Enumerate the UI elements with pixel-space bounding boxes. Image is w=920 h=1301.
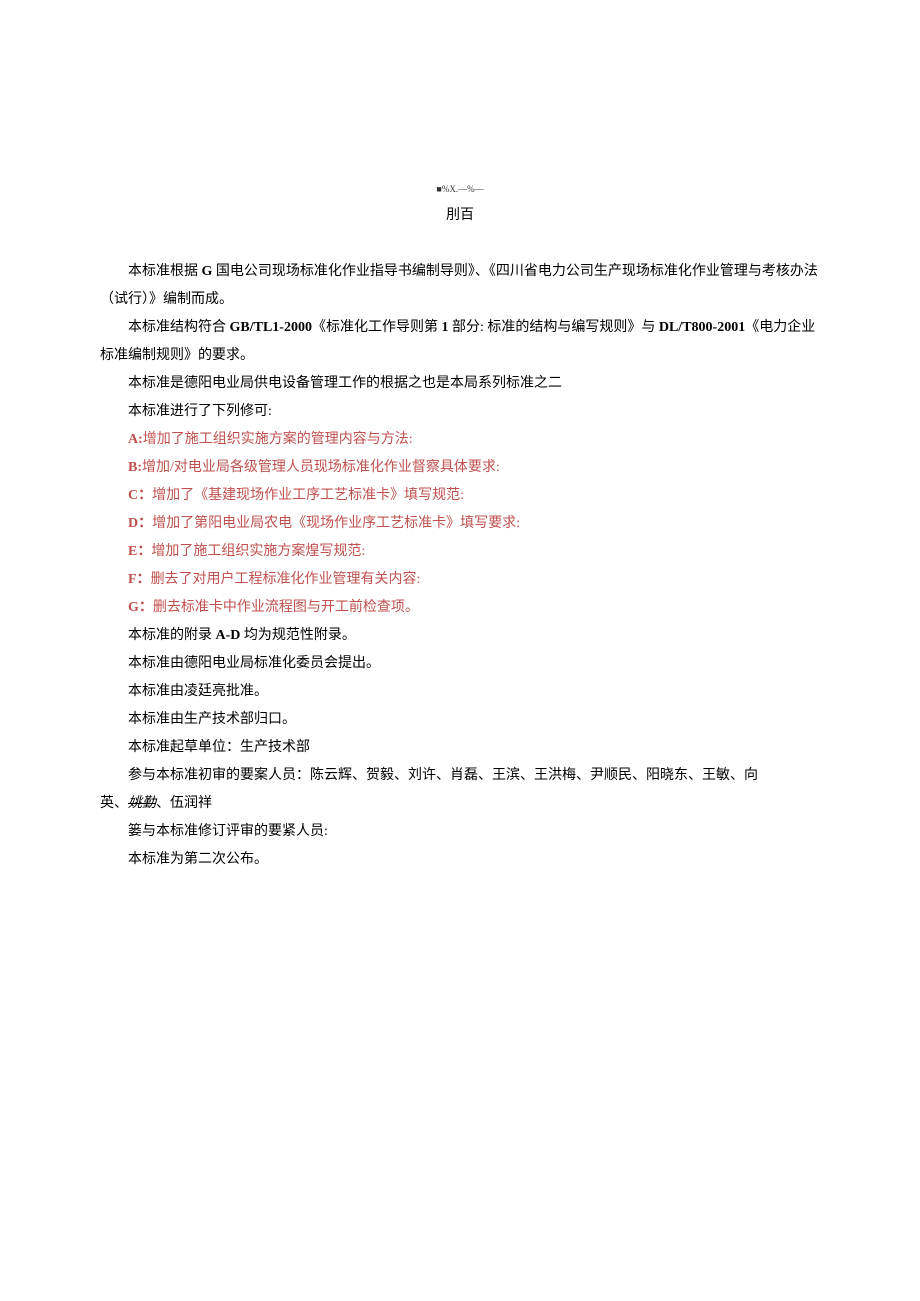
- item-d: D：增加了第阳电业局农电《现场作业序工艺标准卡》填写要求:: [100, 510, 820, 538]
- item-a-text: 增加了施工组织实施方案的管理内容与方法:: [143, 432, 413, 447]
- paragraph-10a: 参与本标准初审的要案人员：陈云辉、贺毅、刘许、肖磊、王滨、王洪梅、尹顺民、阳晓东…: [100, 762, 820, 790]
- item-b-text: 增加/对电业局各级管理人员现场标准化作业督察具体要求:: [142, 460, 500, 475]
- item-b-label: B:: [128, 460, 142, 475]
- header-small-text: ■%X.—%—: [100, 180, 820, 198]
- paragraph-5: 本标准的附录 A-D 均为规范性附录。: [100, 622, 820, 650]
- p2-pre: 本标准结构符合: [128, 320, 230, 335]
- p5-post: 均为规范性附录。: [240, 628, 356, 643]
- paragraph-2: 本标准结构符合 GB/TL1-2000《标准化工作导则第 1 部分: 标准的结构…: [100, 314, 820, 370]
- p5-bold: A-D: [216, 628, 241, 643]
- item-f: F：删去了对用户工程标准化作业管理有关内容:: [100, 566, 820, 594]
- paragraph-8: 本标准由生产技术部归口。: [100, 706, 820, 734]
- paragraph-6: 本标准由德阳电业局标准化委员会提出。: [100, 650, 820, 678]
- paragraph-9: 本标准起草单位：生产技术部: [100, 734, 820, 762]
- p1-bold: G: [202, 264, 213, 279]
- item-d-label: D：: [128, 516, 152, 531]
- p2-bold3: DL/T800-2001: [659, 320, 745, 335]
- item-a-label: A:: [128, 432, 143, 447]
- item-f-text: 删去了对用户工程标准化作业管理有关内容:: [151, 572, 421, 587]
- item-e-text: 增加了施工组织实施方案煌写规范:: [151, 544, 365, 559]
- paragraph-10b: 英、姚勤、伍润祥: [100, 790, 820, 818]
- p1-pre: 本标准根据: [128, 264, 202, 279]
- p5-pre: 本标准的附录: [128, 628, 216, 643]
- item-c-label: C：: [128, 488, 152, 503]
- item-c-text: 增加了《基建现场作业工序工艺标准卡》填写规范:: [152, 488, 464, 503]
- item-g-label: G：: [128, 600, 153, 615]
- item-c: C：增加了《基建现场作业工序工艺标准卡》填写规范:: [100, 482, 820, 510]
- paragraph-11: 篓与本标准修订评审的要紧人员:: [100, 818, 820, 846]
- paragraph-4: 本标准进行了下列修可:: [100, 398, 820, 426]
- p10b-post: 、伍润祥: [156, 796, 212, 811]
- p10b-strike: 姚勤: [128, 796, 156, 811]
- item-d-text: 增加了第阳电业局农电《现场作业序工艺标准卡》填写要求:: [152, 516, 520, 531]
- p2-bold1: GB/TL1-2000: [230, 320, 312, 335]
- paragraph-12: 本标准为第二次公布。: [100, 846, 820, 874]
- item-e-label: E：: [128, 544, 151, 559]
- item-g: G：删去标准卡中作业流程图与开工前检查项。: [100, 594, 820, 622]
- p2-mid: 《标准化工作导则第: [312, 320, 442, 335]
- item-a: A:增加了施工组织实施方案的管理内容与方法:: [100, 426, 820, 454]
- header-title: 刖百: [100, 200, 820, 228]
- p10b-pre: 英、: [100, 796, 128, 811]
- p2-mid2: 部分: 标准的结构与编写规则》与: [448, 320, 658, 335]
- item-e: E：增加了施工组织实施方案煌写规范:: [100, 538, 820, 566]
- item-g-text: 删去标准卡中作业流程图与开工前检查项。: [153, 600, 419, 615]
- paragraph-3: 本标准是德阳电业局供电设备管理工作的根据之也是本局系列标准之二: [100, 370, 820, 398]
- paragraph-1: 本标准根据 G 国电公司现场标准化作业指导书编制导则》、《四川省电力公司生产现场…: [100, 258, 820, 314]
- item-f-label: F：: [128, 572, 151, 587]
- paragraph-7: 本标准由凌廷亮批准。: [100, 678, 820, 706]
- item-b: B:增加/对电业局各级管理人员现场标准化作业督察具体要求:: [100, 454, 820, 482]
